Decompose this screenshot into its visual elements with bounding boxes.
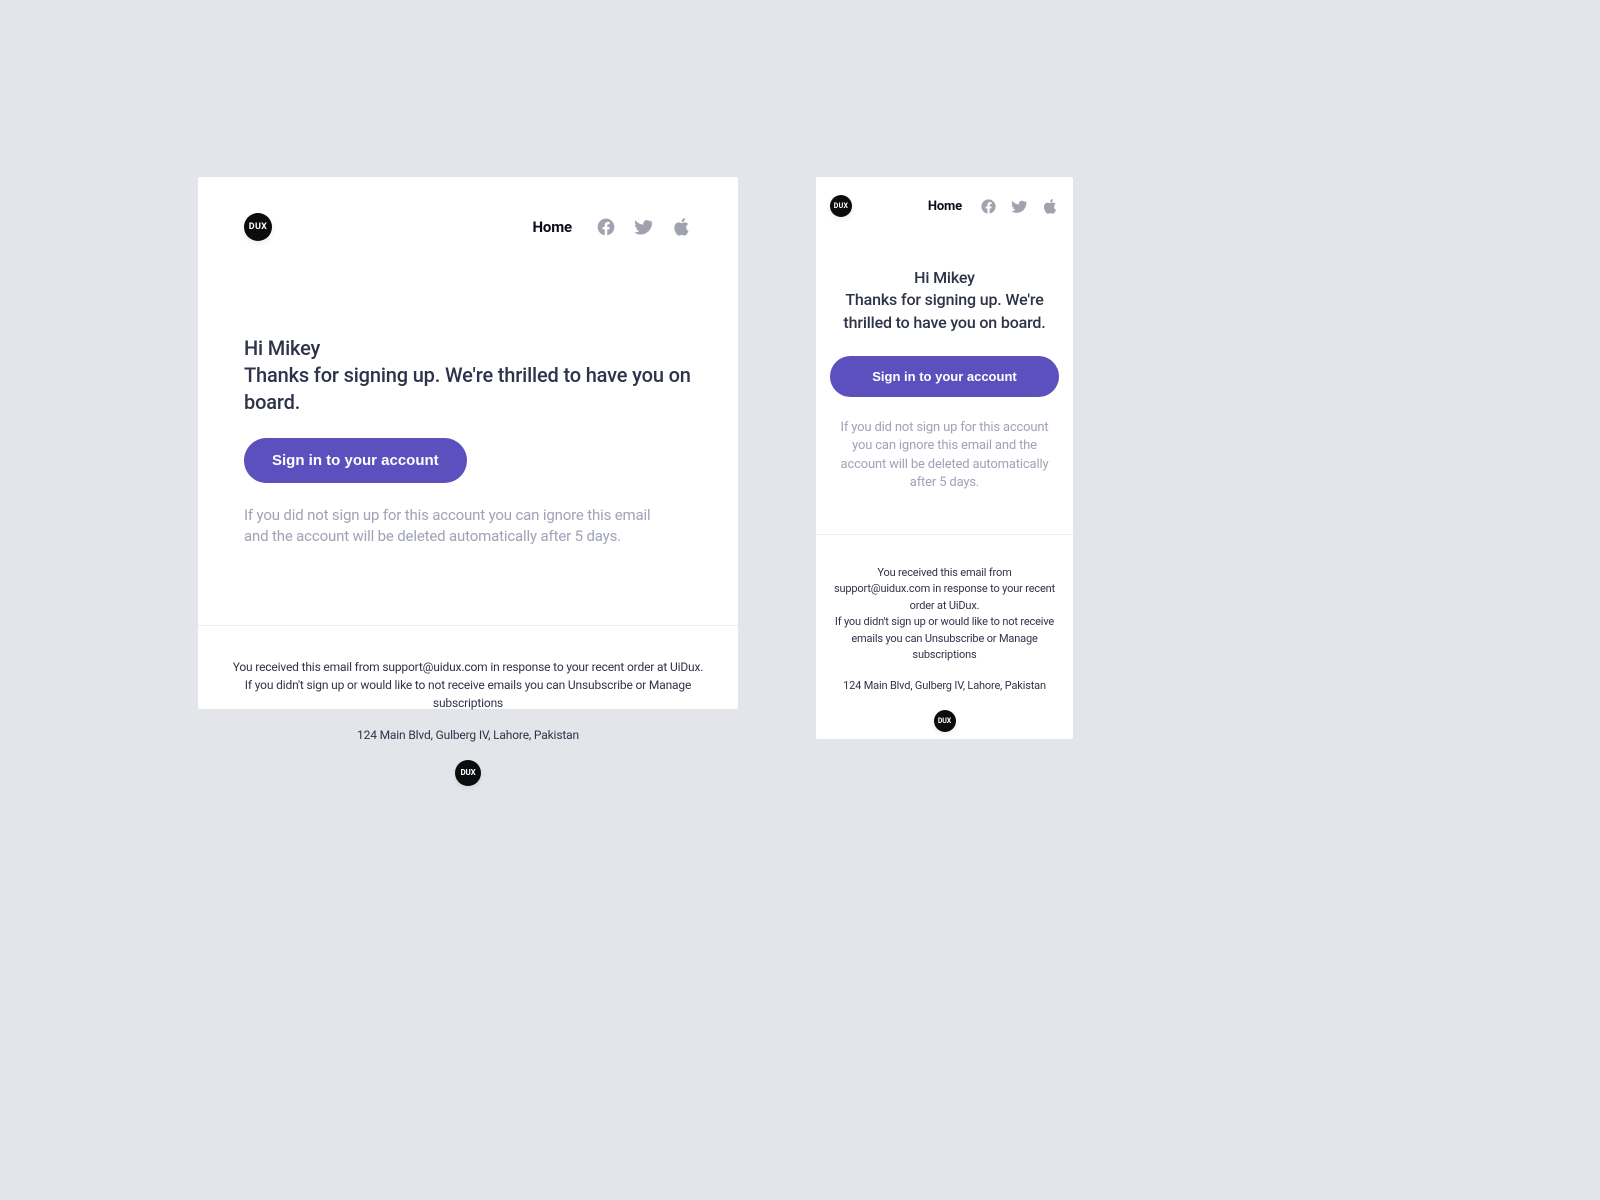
header: DUX Home xyxy=(198,177,738,241)
brand-logo-text: DUX xyxy=(249,222,267,232)
footer-unsubscribe-line: If you didn't sign up or would like to n… xyxy=(228,676,708,712)
footer-brand-logo-text: DUX xyxy=(460,767,475,779)
greeting-text-mobile: Hi Mikey Thanks for signing up. We're th… xyxy=(830,267,1059,334)
greeting-text: Hi Mikey Thanks for signing up. We're th… xyxy=(244,335,692,416)
greeting-thanks-mobile: Thanks for signing up. We're thrilled to… xyxy=(843,290,1045,331)
twitter-icon-mobile[interactable] xyxy=(1011,198,1028,215)
email-card-mobile: DUX Home Hi Mikey Thanks for signing up.… xyxy=(816,177,1073,739)
home-link[interactable]: Home xyxy=(532,218,572,236)
facebook-icon[interactable] xyxy=(596,217,616,237)
email-body-mobile: Hi Mikey Thanks for signing up. We're th… xyxy=(816,217,1073,492)
greeting-name: Hi Mikey xyxy=(244,336,320,360)
facebook-icon-mobile[interactable] xyxy=(980,198,997,215)
social-icons-mobile xyxy=(980,198,1059,215)
twitter-icon[interactable] xyxy=(634,217,654,237)
footer-brand-logo-text-mobile: DUX xyxy=(938,716,951,727)
email-footer: You received this email from support@uid… xyxy=(198,625,738,816)
greeting-thanks: Thanks for signing up. We're thrilled to… xyxy=(244,363,691,414)
footer-unsubscribe-line-mobile: If you didn't sign up or would like to n… xyxy=(830,614,1059,664)
not-signup-notice: If you did not sign up for this account … xyxy=(244,505,674,547)
signin-button[interactable]: Sign in to your account xyxy=(244,438,467,483)
apple-icon[interactable] xyxy=(672,217,692,237)
footer-received-line: You received this email from support@uid… xyxy=(228,658,708,676)
brand-logo-text-mobile: DUX xyxy=(834,202,849,210)
header-nav: Home xyxy=(532,217,692,237)
footer-brand-logo: DUX xyxy=(455,760,481,786)
apple-icon-mobile[interactable] xyxy=(1042,198,1059,215)
footer-address-mobile: 124 Main Blvd, Gulberg IV, Lahore, Pakis… xyxy=(830,678,1059,695)
greeting-name-mobile: Hi Mikey xyxy=(914,268,975,287)
email-body: Hi Mikey Thanks for signing up. We're th… xyxy=(198,241,738,547)
footer-address: 124 Main Blvd, Gulberg IV, Lahore, Pakis… xyxy=(228,726,708,744)
footer-brand-logo-mobile: DUX xyxy=(934,710,956,732)
signin-button-mobile[interactable]: Sign in to your account xyxy=(830,356,1059,397)
not-signup-notice-mobile: If you did not sign up for this account … xyxy=(830,419,1059,492)
brand-logo: DUX xyxy=(244,213,272,241)
home-link-mobile[interactable]: Home xyxy=(928,199,962,214)
brand-logo-mobile: DUX xyxy=(830,195,852,217)
email-footer-mobile: You received this email from support@uid… xyxy=(816,534,1073,759)
email-card-desktop: DUX Home Hi Mikey Thanks for signing up.… xyxy=(198,177,738,709)
header-nav-mobile: Home xyxy=(928,198,1059,215)
footer-received-line-mobile: You received this email from support@uid… xyxy=(830,565,1059,615)
header-mobile: DUX Home xyxy=(816,177,1073,217)
social-icons xyxy=(596,217,692,237)
